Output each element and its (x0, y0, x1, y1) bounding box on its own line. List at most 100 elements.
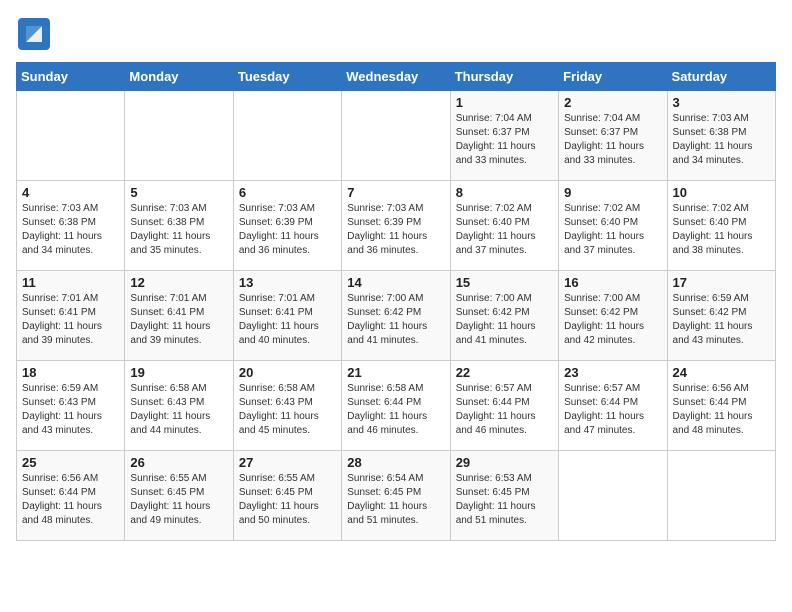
day-number: 2 (564, 95, 661, 110)
calendar-cell: 29 Sunrise: 6:53 AM Sunset: 6:45 PM Dayli… (450, 451, 558, 541)
day-info: Sunrise: 7:03 AM Sunset: 6:38 PM Dayligh… (22, 202, 119, 258)
day-info: Sunrise: 7:02 AM Sunset: 6:40 PM Dayligh… (456, 202, 553, 258)
calendar-cell: 9Sunrise: 7:02 AM Sunset: 6:40 PM Daylig… (559, 181, 667, 271)
page-header (16, 16, 776, 52)
calendar-cell: 24 Sunrise: 6:56 AM Sunset: 6:44 PM Dayli… (667, 361, 775, 451)
day-number: 3 (673, 95, 770, 110)
logo-icon (16, 16, 52, 52)
day-info: Sunrise: 7:00 AM Sunset: 6:42 PM Dayligh… (347, 292, 444, 348)
calendar-cell: 14 Sunrise: 7:00 AM Sunset: 6:42 PM Dayli… (342, 271, 450, 361)
day-info: Sunrise: 7:04 AM Sunset: 6:37 PM Dayligh… (456, 112, 553, 168)
logo (16, 16, 54, 52)
day-info: Sunrise: 6:57 AM Sunset: 6:44 PM Dayligh… (564, 382, 661, 438)
day-number: 14 (347, 275, 444, 290)
day-number: 20 (239, 365, 336, 380)
calendar-cell (342, 91, 450, 181)
day-number: 18 (22, 365, 119, 380)
day-number: 17 (673, 275, 770, 290)
calendar-cell: 26Sunrise: 6:55 AM Sunset: 6:45 PM Dayli… (125, 451, 233, 541)
calendar-day-header: Saturday (667, 63, 775, 91)
calendar-cell: 25 Sunrise: 6:56 AM Sunset: 6:44 PM Dayli… (17, 451, 125, 541)
day-info: Sunrise: 6:58 AM Sunset: 6:43 PM Dayligh… (130, 382, 227, 438)
day-number: 15 (456, 275, 553, 290)
calendar-week-row: 18 Sunrise: 6:59 AM Sunset: 6:43 PM Dayli… (17, 361, 776, 451)
day-number: 1 (456, 95, 553, 110)
day-info: Sunrise: 7:00 AM Sunset: 6:42 PM Dayligh… (456, 292, 553, 348)
calendar-cell (125, 91, 233, 181)
day-info: Sunrise: 7:00 AM Sunset: 6:42 PM Dayligh… (564, 292, 661, 348)
day-info: Sunrise: 6:56 AM Sunset: 6:44 PM Dayligh… (673, 382, 770, 438)
day-number: 11 (22, 275, 119, 290)
day-number: 4 (22, 185, 119, 200)
day-number: 6 (239, 185, 336, 200)
calendar-day-header: Friday (559, 63, 667, 91)
calendar-header-row: SundayMondayTuesdayWednesdayThursdayFrid… (17, 63, 776, 91)
calendar-day-header: Wednesday (342, 63, 450, 91)
day-number: 10 (673, 185, 770, 200)
day-info: Sunrise: 7:01 AM Sunset: 6:41 PM Dayligh… (22, 292, 119, 348)
day-info: Sunrise: 6:58 AM Sunset: 6:44 PM Dayligh… (347, 382, 444, 438)
calendar-week-row: 1 Sunrise: 7:04 AM Sunset: 6:37 PM Daylig… (17, 91, 776, 181)
calendar-day-header: Sunday (17, 63, 125, 91)
calendar-day-header: Thursday (450, 63, 558, 91)
calendar-cell (559, 451, 667, 541)
day-info: Sunrise: 7:01 AM Sunset: 6:41 PM Dayligh… (239, 292, 336, 348)
calendar-cell (17, 91, 125, 181)
calendar-cell: 12 Sunrise: 7:01 AM Sunset: 6:41 PM Dayli… (125, 271, 233, 361)
day-number: 19 (130, 365, 227, 380)
calendar-cell: 15 Sunrise: 7:00 AM Sunset: 6:42 PM Dayli… (450, 271, 558, 361)
calendar-cell: 18 Sunrise: 6:59 AM Sunset: 6:43 PM Dayli… (17, 361, 125, 451)
calendar-cell (233, 91, 341, 181)
day-info: Sunrise: 6:57 AM Sunset: 6:44 PM Dayligh… (456, 382, 553, 438)
day-info: Sunrise: 7:03 AM Sunset: 6:39 PM Dayligh… (347, 202, 444, 258)
day-number: 23 (564, 365, 661, 380)
calendar-cell: 21 Sunrise: 6:58 AM Sunset: 6:44 PM Dayli… (342, 361, 450, 451)
calendar-day-header: Tuesday (233, 63, 341, 91)
day-info: Sunrise: 6:59 AM Sunset: 6:43 PM Dayligh… (22, 382, 119, 438)
day-info: Sunrise: 6:59 AM Sunset: 6:42 PM Dayligh… (673, 292, 770, 348)
day-number: 12 (130, 275, 227, 290)
day-info: Sunrise: 6:53 AM Sunset: 6:45 PM Dayligh… (456, 472, 553, 528)
day-number: 21 (347, 365, 444, 380)
calendar-table: SundayMondayTuesdayWednesdayThursdayFrid… (16, 62, 776, 541)
calendar-cell: 13 Sunrise: 7:01 AM Sunset: 6:41 PM Dayli… (233, 271, 341, 361)
day-number: 29 (456, 455, 553, 470)
calendar-cell: 3Sunrise: 7:03 AM Sunset: 6:38 PM Daylig… (667, 91, 775, 181)
day-info: Sunrise: 7:01 AM Sunset: 6:41 PM Dayligh… (130, 292, 227, 348)
day-number: 7 (347, 185, 444, 200)
day-info: Sunrise: 7:02 AM Sunset: 6:40 PM Dayligh… (673, 202, 770, 258)
day-number: 24 (673, 365, 770, 380)
calendar-cell: 27 Sunrise: 6:55 AM Sunset: 6:45 PM Dayli… (233, 451, 341, 541)
calendar-week-row: 4 Sunrise: 7:03 AM Sunset: 6:38 PM Daylig… (17, 181, 776, 271)
calendar-cell: 22Sunrise: 6:57 AM Sunset: 6:44 PM Dayli… (450, 361, 558, 451)
calendar-cell: 7 Sunrise: 7:03 AM Sunset: 6:39 PM Daylig… (342, 181, 450, 271)
calendar-cell: 8 Sunrise: 7:02 AM Sunset: 6:40 PM Daylig… (450, 181, 558, 271)
calendar-cell: 10 Sunrise: 7:02 AM Sunset: 6:40 PM Dayli… (667, 181, 775, 271)
day-number: 5 (130, 185, 227, 200)
calendar-cell (667, 451, 775, 541)
day-info: Sunrise: 6:55 AM Sunset: 6:45 PM Dayligh… (239, 472, 336, 528)
day-number: 28 (347, 455, 444, 470)
day-info: Sunrise: 7:04 AM Sunset: 6:37 PM Dayligh… (564, 112, 661, 168)
day-number: 8 (456, 185, 553, 200)
day-info: Sunrise: 6:56 AM Sunset: 6:44 PM Dayligh… (22, 472, 119, 528)
calendar-week-row: 25 Sunrise: 6:56 AM Sunset: 6:44 PM Dayli… (17, 451, 776, 541)
day-info: Sunrise: 7:03 AM Sunset: 6:38 PM Dayligh… (130, 202, 227, 258)
calendar-cell: 20 Sunrise: 6:58 AM Sunset: 6:43 PM Dayli… (233, 361, 341, 451)
calendar-cell: 4 Sunrise: 7:03 AM Sunset: 6:38 PM Daylig… (17, 181, 125, 271)
day-info: Sunrise: 7:02 AM Sunset: 6:40 PM Dayligh… (564, 202, 661, 258)
calendar-cell: 1 Sunrise: 7:04 AM Sunset: 6:37 PM Daylig… (450, 91, 558, 181)
day-number: 27 (239, 455, 336, 470)
calendar-cell: 17 Sunrise: 6:59 AM Sunset: 6:42 PM Dayli… (667, 271, 775, 361)
day-info: Sunrise: 7:03 AM Sunset: 6:39 PM Dayligh… (239, 202, 336, 258)
day-number: 25 (22, 455, 119, 470)
calendar-week-row: 11 Sunrise: 7:01 AM Sunset: 6:41 PM Dayli… (17, 271, 776, 361)
calendar-cell: 16Sunrise: 7:00 AM Sunset: 6:42 PM Dayli… (559, 271, 667, 361)
calendar-cell: 23 Sunrise: 6:57 AM Sunset: 6:44 PM Dayli… (559, 361, 667, 451)
calendar-cell: 2 Sunrise: 7:04 AM Sunset: 6:37 PM Daylig… (559, 91, 667, 181)
day-number: 13 (239, 275, 336, 290)
calendar-cell: 19 Sunrise: 6:58 AM Sunset: 6:43 PM Dayli… (125, 361, 233, 451)
calendar-cell: 11 Sunrise: 7:01 AM Sunset: 6:41 PM Dayli… (17, 271, 125, 361)
day-info: Sunrise: 6:58 AM Sunset: 6:43 PM Dayligh… (239, 382, 336, 438)
day-number: 26 (130, 455, 227, 470)
